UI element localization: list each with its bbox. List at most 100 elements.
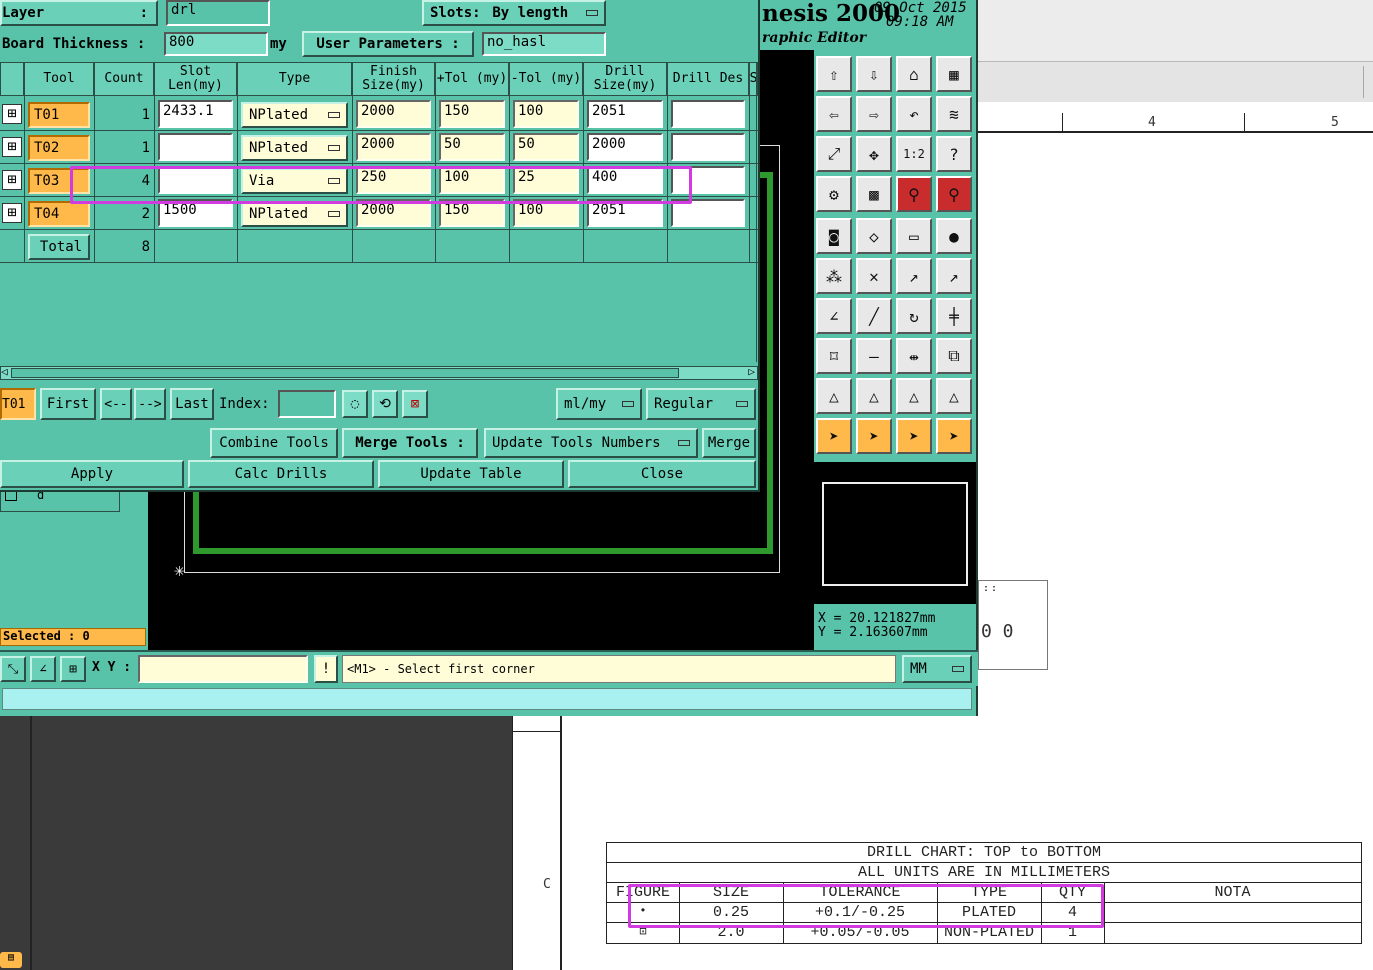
tool-id[interactable]: T04 xyxy=(28,201,90,227)
cursor-icon[interactable]: ➤ xyxy=(936,418,972,454)
slots-select[interactable]: Slots: By length xyxy=(422,0,606,26)
cursor-icon[interactable]: ➤ xyxy=(816,418,852,454)
layer-field[interactable]: drl xyxy=(166,0,270,26)
cursor-icon[interactable]: ➤ xyxy=(896,418,932,454)
measure-icon[interactable]: ⇹ xyxy=(896,338,932,374)
move-icon[interactable]: ↗ xyxy=(936,258,972,294)
chevron-down-icon xyxy=(736,401,748,407)
board-thickness-input[interactable]: 800 xyxy=(164,32,268,56)
type-select[interactable]: NPlated xyxy=(241,102,348,128)
mtol-input[interactable]: 100 xyxy=(513,100,579,128)
mode-dropdown[interactable]: Regular xyxy=(646,388,756,420)
scroll-right-icon[interactable]: ▷ xyxy=(748,365,755,378)
des-input[interactable] xyxy=(671,133,745,161)
connect-icon[interactable]: ⁂ xyxy=(816,258,852,294)
calc-drills-button[interactable]: Calc Drills xyxy=(188,460,374,488)
triangle-icon[interactable]: △ xyxy=(856,378,892,414)
type-select[interactable]: NPlated xyxy=(241,201,348,227)
slot-len-input[interactable]: 2433.1 xyxy=(158,100,233,128)
chat-icon[interactable]: ▤ xyxy=(0,952,22,968)
type-select-value: NPlated xyxy=(249,107,309,123)
xy-input[interactable] xyxy=(138,655,308,683)
delete-icon[interactable]: ⊠ xyxy=(402,390,428,418)
import-icon[interactable]: ⇩ xyxy=(856,56,892,92)
expand-row-icon[interactable]: ⊞ xyxy=(2,104,22,124)
next-button[interactable]: --> xyxy=(134,388,166,420)
drc-icon[interactable]: ⚲ xyxy=(896,176,932,212)
grid-icon[interactable]: ▩ xyxy=(856,176,892,212)
home-icon[interactable]: ⌂ xyxy=(896,56,932,92)
flash-icon[interactable]: ◙ xyxy=(816,218,852,254)
shape-icon[interactable]: ◇ xyxy=(856,218,892,254)
drill-dots-icon: :: xyxy=(983,583,1000,594)
layers-icon[interactable]: ≋ xyxy=(936,96,972,132)
drill-input[interactable]: 2000 xyxy=(587,133,663,161)
refresh-icon[interactable]: ⟲ xyxy=(372,390,398,418)
first-button[interactable]: First xyxy=(40,388,96,420)
line-icon[interactable]: ╱ xyxy=(856,298,892,334)
angle-icon[interactable]: ∠ xyxy=(30,656,56,682)
minus-icon[interactable]: — xyxy=(856,338,892,374)
user-parameters-button[interactable]: User Parameters : xyxy=(302,31,474,57)
drill-input[interactable]: 2051 xyxy=(587,100,663,128)
ruler-icon[interactable]: ▭ xyxy=(896,218,932,254)
split-icon[interactable]: ╪ xyxy=(936,298,972,334)
tool-id[interactable]: T02 xyxy=(28,135,90,161)
help-icon[interactable]: ? xyxy=(936,136,972,172)
ratio-icon[interactable]: 1:2 xyxy=(896,136,932,172)
dot-icon[interactable]: ● xyxy=(936,218,972,254)
right-icon[interactable]: ⇨ xyxy=(856,96,892,132)
triangle-icon[interactable]: △ xyxy=(896,378,932,414)
preview-pane[interactable] xyxy=(814,462,976,604)
merge-button[interactable]: Merge xyxy=(702,428,756,458)
ptol-input[interactable]: 50 xyxy=(439,133,505,161)
combine-tools-button[interactable]: Combine Tools xyxy=(210,428,338,458)
type-select[interactable]: NPlated xyxy=(241,135,348,161)
group-icon[interactable]: ⧉ xyxy=(936,338,972,374)
user-parameters-input[interactable]: no_hasl xyxy=(482,32,606,56)
expand-row-icon[interactable]: ⊞ xyxy=(2,137,22,157)
slot-len-input[interactable] xyxy=(158,133,233,161)
window-icon[interactable]: ▦ xyxy=(936,56,972,92)
index-input[interactable] xyxy=(278,390,336,418)
update-tools-numbers-select[interactable]: Update Tools Numbers xyxy=(484,428,698,458)
tool-id[interactable]: T01 xyxy=(28,102,90,128)
finish-input[interactable]: 2000 xyxy=(356,133,431,161)
prev-button[interactable]: <-- xyxy=(100,388,132,420)
triangle-icon[interactable]: △ xyxy=(936,378,972,414)
fit-icon[interactable]: ⤢ xyxy=(816,136,852,172)
horizontal-scrollbar[interactable]: ◁ ▷ xyxy=(0,365,758,380)
units-dropdown[interactable]: ml/my xyxy=(556,388,642,420)
layer-list-item[interactable]: d xyxy=(0,488,120,512)
cursor-icon[interactable]: ➤ xyxy=(856,418,892,454)
move-icon[interactable]: ↗ xyxy=(896,258,932,294)
execute-button[interactable]: ! xyxy=(314,655,338,683)
undo-icon[interactable]: ↶ xyxy=(896,96,932,132)
close-button[interactable]: Close xyxy=(568,460,756,488)
cross-icon[interactable]: ✕ xyxy=(856,258,892,294)
chevron-down-icon xyxy=(622,401,634,407)
units-select[interactable]: MM xyxy=(902,655,972,683)
des-input[interactable] xyxy=(671,100,745,128)
finish-input[interactable]: 2000 xyxy=(356,100,431,128)
ptol-input[interactable]: 150 xyxy=(439,100,505,128)
update-table-button[interactable]: Update Table xyxy=(378,460,564,488)
last-button[interactable]: Last xyxy=(170,388,214,420)
arc-icon[interactable]: ↻ xyxy=(896,298,932,334)
export-icon[interactable]: ⇧ xyxy=(816,56,852,92)
pad-icon[interactable]: ⌑ xyxy=(816,338,852,374)
zoom-icon[interactable]: ✥ xyxy=(856,136,892,172)
expand-row-icon[interactable]: ⊞ xyxy=(2,170,22,190)
mtol-input[interactable]: 50 xyxy=(513,133,579,161)
settings-icon[interactable]: ⚙ xyxy=(816,176,852,212)
drc-icon[interactable]: ⚲ xyxy=(936,176,972,212)
triangle-icon[interactable]: △ xyxy=(816,378,852,414)
bulb-icon[interactable]: ◌ xyxy=(342,390,368,418)
zoom-box-icon[interactable]: ⤡ xyxy=(0,656,26,682)
apply-button[interactable]: Apply xyxy=(0,460,184,488)
line-icon[interactable]: ∠ xyxy=(816,298,852,334)
snap-grid-icon[interactable]: ⊞ xyxy=(60,656,86,682)
left-icon[interactable]: ⇦ xyxy=(816,96,852,132)
scroll-left-icon[interactable]: ◁ xyxy=(1,365,8,378)
expand-row-icon[interactable]: ⊞ xyxy=(2,203,22,223)
